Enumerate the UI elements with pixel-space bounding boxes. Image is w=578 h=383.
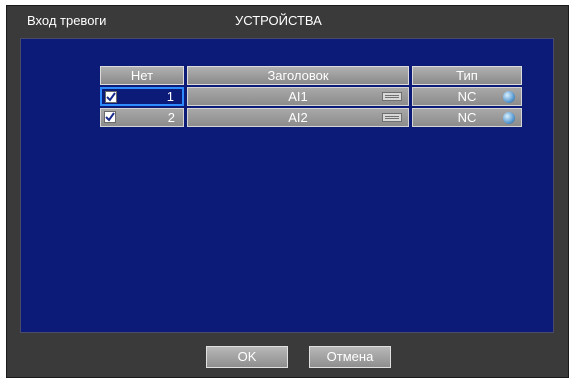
title-value: AI1	[288, 89, 308, 104]
table-row[interactable]: 1 AI1 NC	[21, 87, 555, 106]
keyboard-icon[interactable]	[382, 113, 402, 122]
window-title: Вход тревоги	[27, 13, 107, 28]
column-header-title[interactable]: Заголовок	[187, 66, 409, 85]
section-title: УСТРОЙСТВА	[235, 13, 322, 28]
title-field[interactable]: AI1	[187, 87, 409, 106]
dropdown-orb-icon[interactable]	[503, 112, 515, 124]
keyboard-icon[interactable]	[382, 92, 402, 101]
table-row[interactable]: 2 AI2 NC	[21, 108, 555, 127]
alarm-table-panel: Нет Заголовок Тип 1 AI1 NC 2 AI2 NC	[20, 38, 554, 333]
enable-checkbox[interactable]	[104, 111, 116, 123]
column-header-type[interactable]: Тип	[412, 66, 522, 85]
type-select[interactable]: NC	[412, 87, 522, 106]
type-select[interactable]: NC	[412, 108, 522, 127]
type-value: NC	[457, 110, 477, 125]
type-value: NC	[457, 89, 477, 104]
number-cell[interactable]: 2	[100, 108, 184, 127]
title-field[interactable]: AI2	[187, 108, 409, 127]
enable-checkbox[interactable]	[105, 91, 117, 103]
column-header-number[interactable]: Нет	[100, 66, 184, 85]
title-bar: Вход тревоги УСТРОЙСТВА	[7, 6, 568, 36]
row-number: 1	[166, 89, 174, 104]
cancel-button[interactable]: Отмена	[309, 346, 391, 368]
number-cell[interactable]: 1	[100, 87, 184, 106]
dropdown-orb-icon[interactable]	[503, 91, 515, 103]
alarm-input-window: Вход тревоги УСТРОЙСТВА Нет Заголовок Ти…	[6, 5, 569, 378]
title-value: AI2	[288, 110, 308, 125]
row-number: 2	[167, 110, 175, 125]
ok-button[interactable]: OK	[206, 346, 288, 368]
